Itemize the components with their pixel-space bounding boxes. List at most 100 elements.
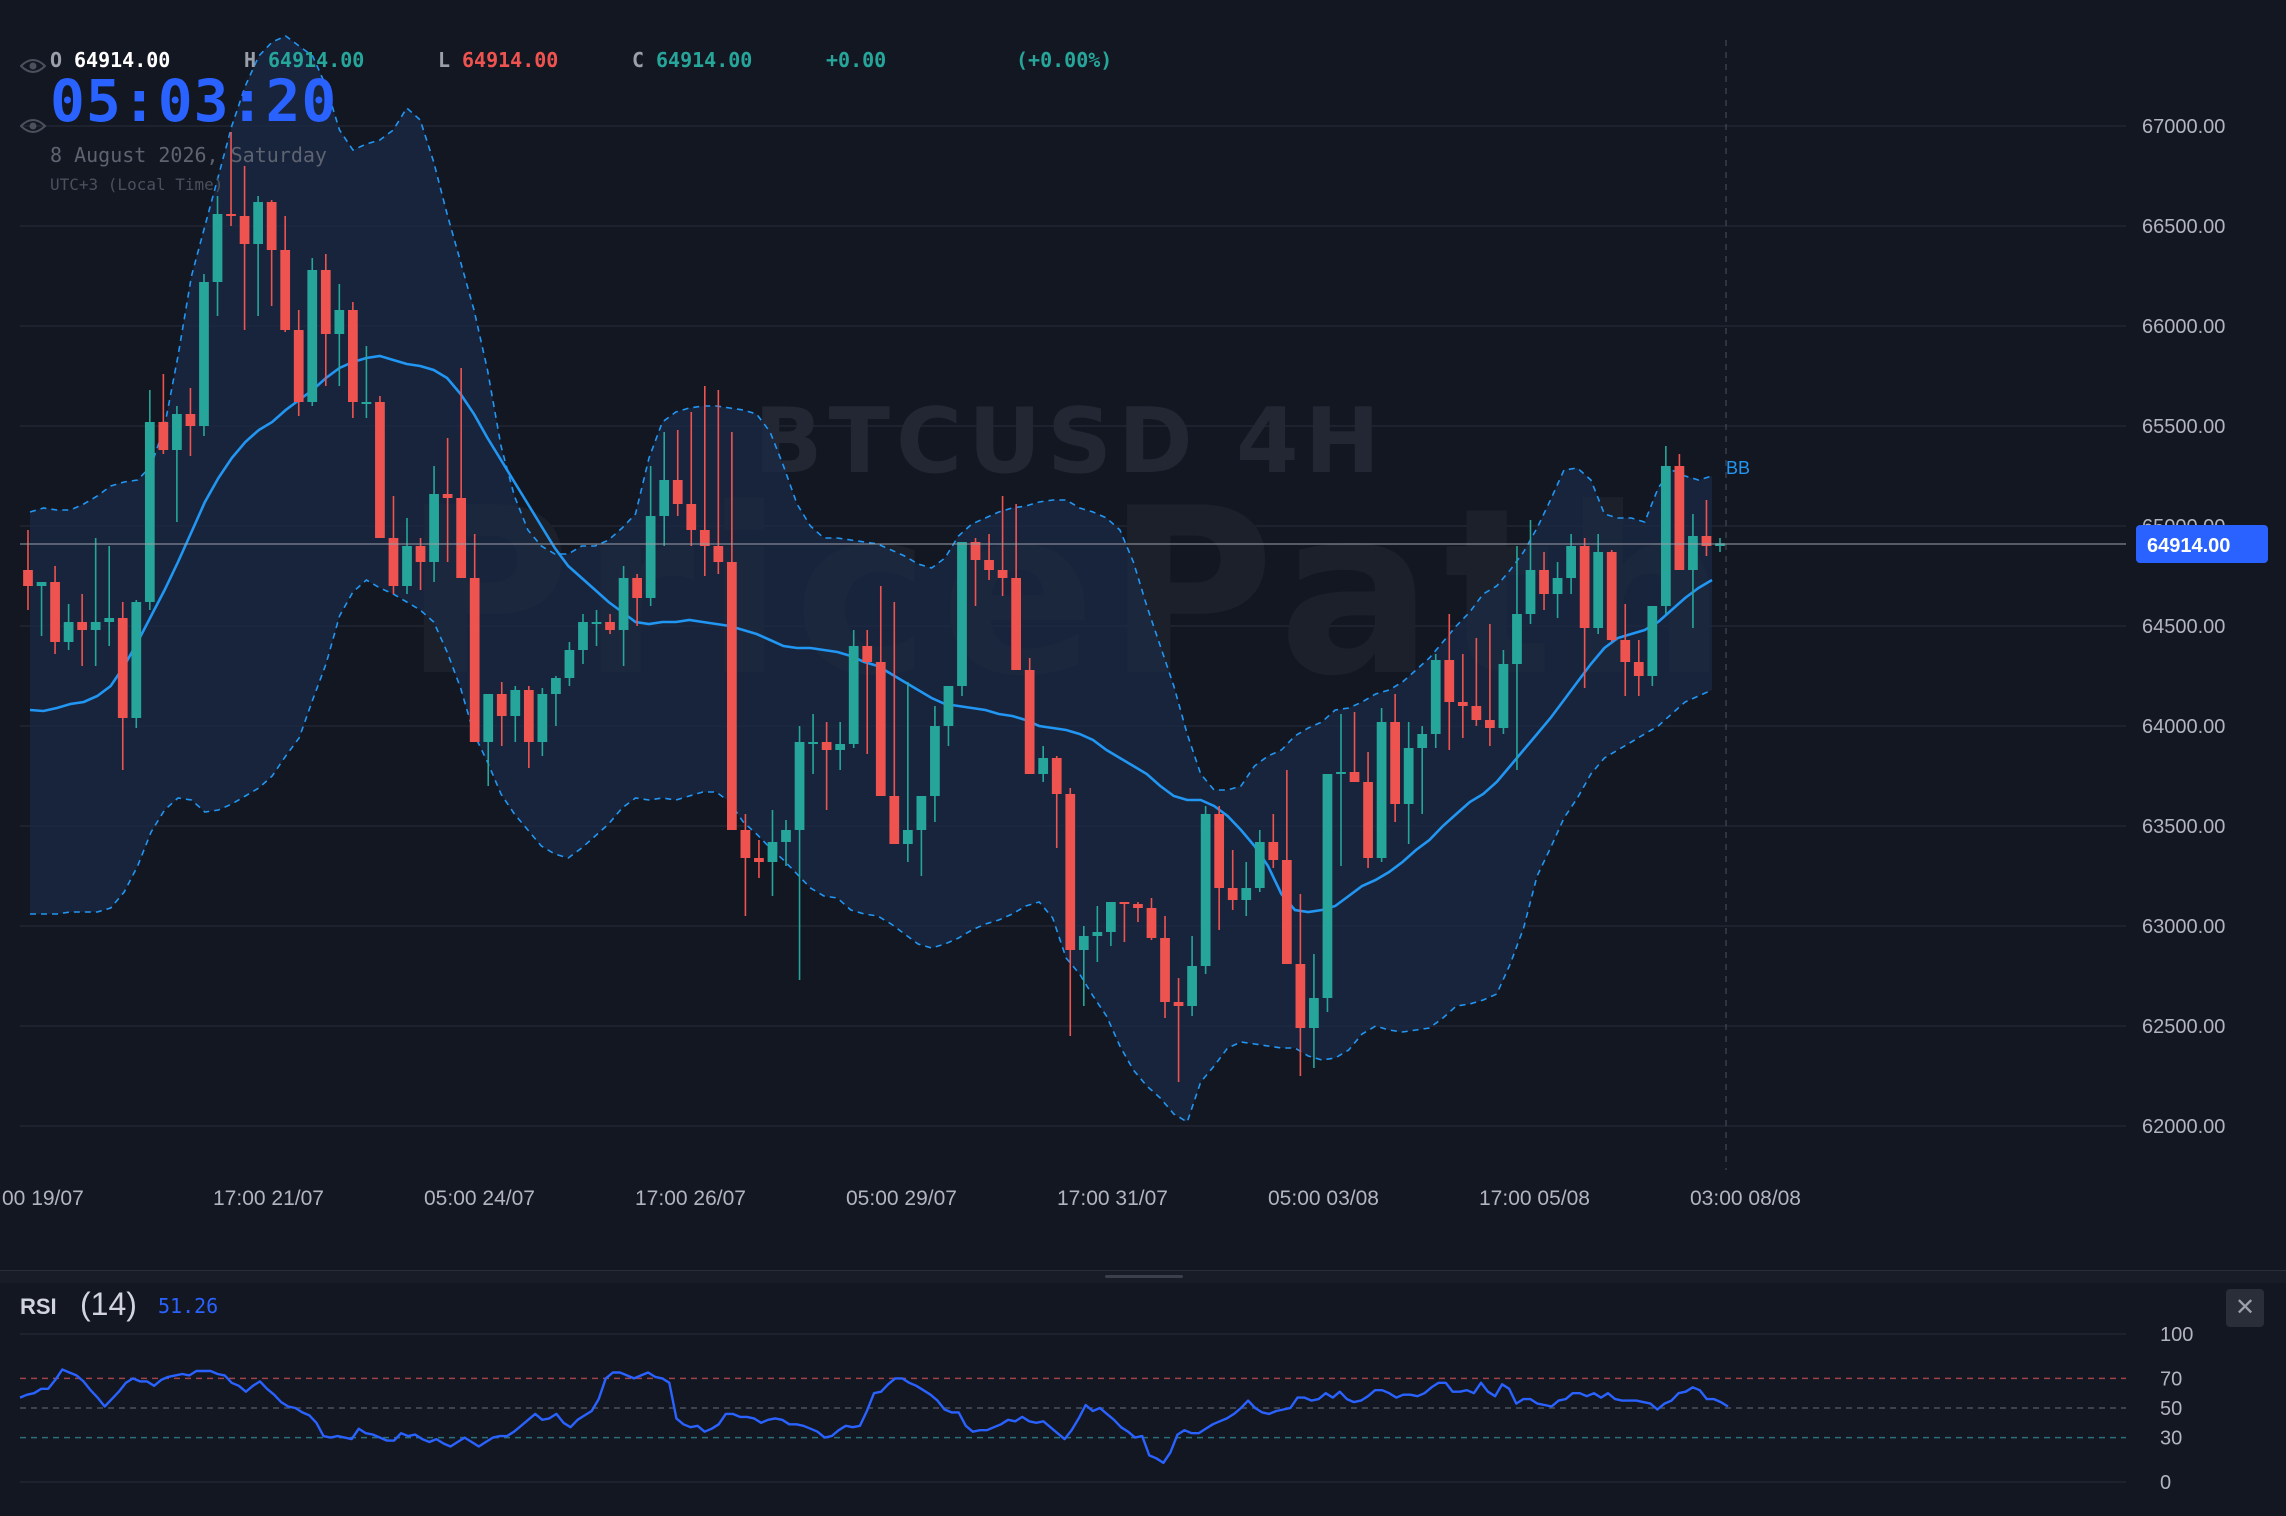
candle-body (672, 480, 683, 504)
candle-body (848, 646, 859, 744)
candle-body (862, 646, 873, 662)
candle-body (456, 498, 467, 578)
candle-body (551, 678, 561, 694)
pane-resize-handle[interactable] (1105, 1275, 1183, 1278)
candle-body (239, 216, 250, 244)
candle (1024, 658, 1035, 774)
candle (1430, 654, 1441, 748)
candle (1647, 606, 1658, 686)
candle-body (1024, 670, 1035, 774)
candle-body (1688, 536, 1698, 570)
candle-body (659, 480, 670, 516)
candle-body (1187, 966, 1197, 1006)
rsi-tick-label: 70 (2160, 1368, 2182, 1390)
candle-body (1106, 902, 1116, 932)
rsi-levels (20, 1333, 2126, 1483)
candle-body (131, 602, 142, 718)
candle-body (537, 694, 548, 742)
candle-body (1011, 578, 1022, 670)
candle-body (1674, 466, 1685, 570)
time-tick-label: 00 19/07 (2, 1187, 84, 1210)
time-tick-label: 17:00 31/07 (1057, 1187, 1168, 1210)
candle-body (1485, 720, 1495, 728)
rsi-series-line (19, 1368, 1729, 1464)
candle-body (1281, 860, 1292, 964)
candle-body (334, 310, 345, 334)
candle-body (523, 690, 534, 742)
clock-timezone: UTC+3 (Local Time) (50, 175, 224, 194)
candle-body (605, 622, 615, 630)
candle (1200, 806, 1211, 974)
rsi-chart[interactable]: 100 70 50 30 0 (0, 1282, 2286, 1516)
candle-body (50, 582, 60, 642)
candle (754, 840, 764, 878)
candle (199, 274, 209, 436)
close-icon[interactable]: ✕ (2226, 1289, 2264, 1327)
candle-body (1457, 702, 1468, 706)
candle-body (469, 578, 480, 742)
price-tick-label: 62000.00 (2142, 1116, 2225, 1138)
time-tick-label: 05:00 24/07 (424, 1187, 535, 1210)
eye-icon[interactable] (20, 118, 46, 134)
candle-body (1579, 546, 1590, 628)
candle-body (835, 744, 846, 750)
candle-body (1200, 814, 1211, 966)
candle-body (185, 414, 196, 426)
candle-body (63, 622, 74, 642)
candle-body (821, 742, 832, 750)
candle-body (997, 570, 1008, 578)
candle-body (767, 842, 778, 862)
candle-body (253, 202, 263, 244)
candle (307, 258, 318, 406)
candle-body (740, 830, 751, 858)
candle-body (930, 726, 940, 796)
time-tick-label: 17:00 26/07 (635, 1187, 746, 1210)
candle-body (1254, 842, 1265, 888)
price-chart[interactable]: BTCUSD 4H PricePath BB 67000.0066500.006… (0, 0, 2286, 1270)
candle-body (1336, 772, 1346, 774)
rsi-tick-label: 50 (2160, 1398, 2182, 1420)
rsi-tick-label: 30 (2160, 1428, 2182, 1450)
candle-body (144, 422, 155, 602)
candle-body (1078, 936, 1089, 950)
candle-body (1390, 722, 1401, 804)
clock-time: 05:03:20 (50, 67, 338, 135)
candle (848, 630, 859, 748)
candle-body (1363, 782, 1373, 858)
eye-icon[interactable] (20, 58, 46, 74)
candle-body (564, 650, 575, 678)
candle-body (794, 742, 805, 830)
candle-body (808, 742, 818, 744)
candle-body (1593, 552, 1604, 628)
price-axis: 67000.0066500.0066000.0065500.0065000.00… (2142, 116, 2225, 1138)
candle-body (902, 830, 913, 844)
candle-body (1430, 660, 1441, 734)
candle-body (1092, 932, 1103, 936)
rsi-name: RSI (20, 1294, 57, 1319)
candle-body (889, 796, 900, 844)
candle-body (1552, 578, 1563, 594)
candle (1065, 788, 1076, 1036)
candle-body (1633, 662, 1644, 676)
candle-body (1444, 660, 1455, 702)
candle-body (632, 578, 642, 598)
price-tick-label: 62500.00 (2142, 1016, 2225, 1038)
price-tick-label: 63000.00 (2142, 916, 2225, 938)
candle-body (713, 546, 724, 562)
candle (1660, 446, 1671, 614)
candle (957, 542, 967, 696)
candle (1674, 454, 1685, 570)
candle-body (307, 270, 318, 402)
close-value: 64914.00 (656, 48, 753, 72)
low-value: 64914.00 (462, 48, 559, 72)
candle-body (172, 414, 182, 450)
candle-body (266, 202, 277, 250)
candle-body (388, 538, 399, 586)
time-tick-label: 17:00 21/07 (213, 1187, 324, 1210)
candle-body (429, 494, 439, 562)
rsi-tick-label: 100 (2160, 1324, 2193, 1346)
price-tick-label: 66500.00 (2142, 216, 2225, 238)
candle-body (1309, 998, 1319, 1028)
candle-body (104, 618, 115, 622)
candle-body (375, 402, 385, 538)
